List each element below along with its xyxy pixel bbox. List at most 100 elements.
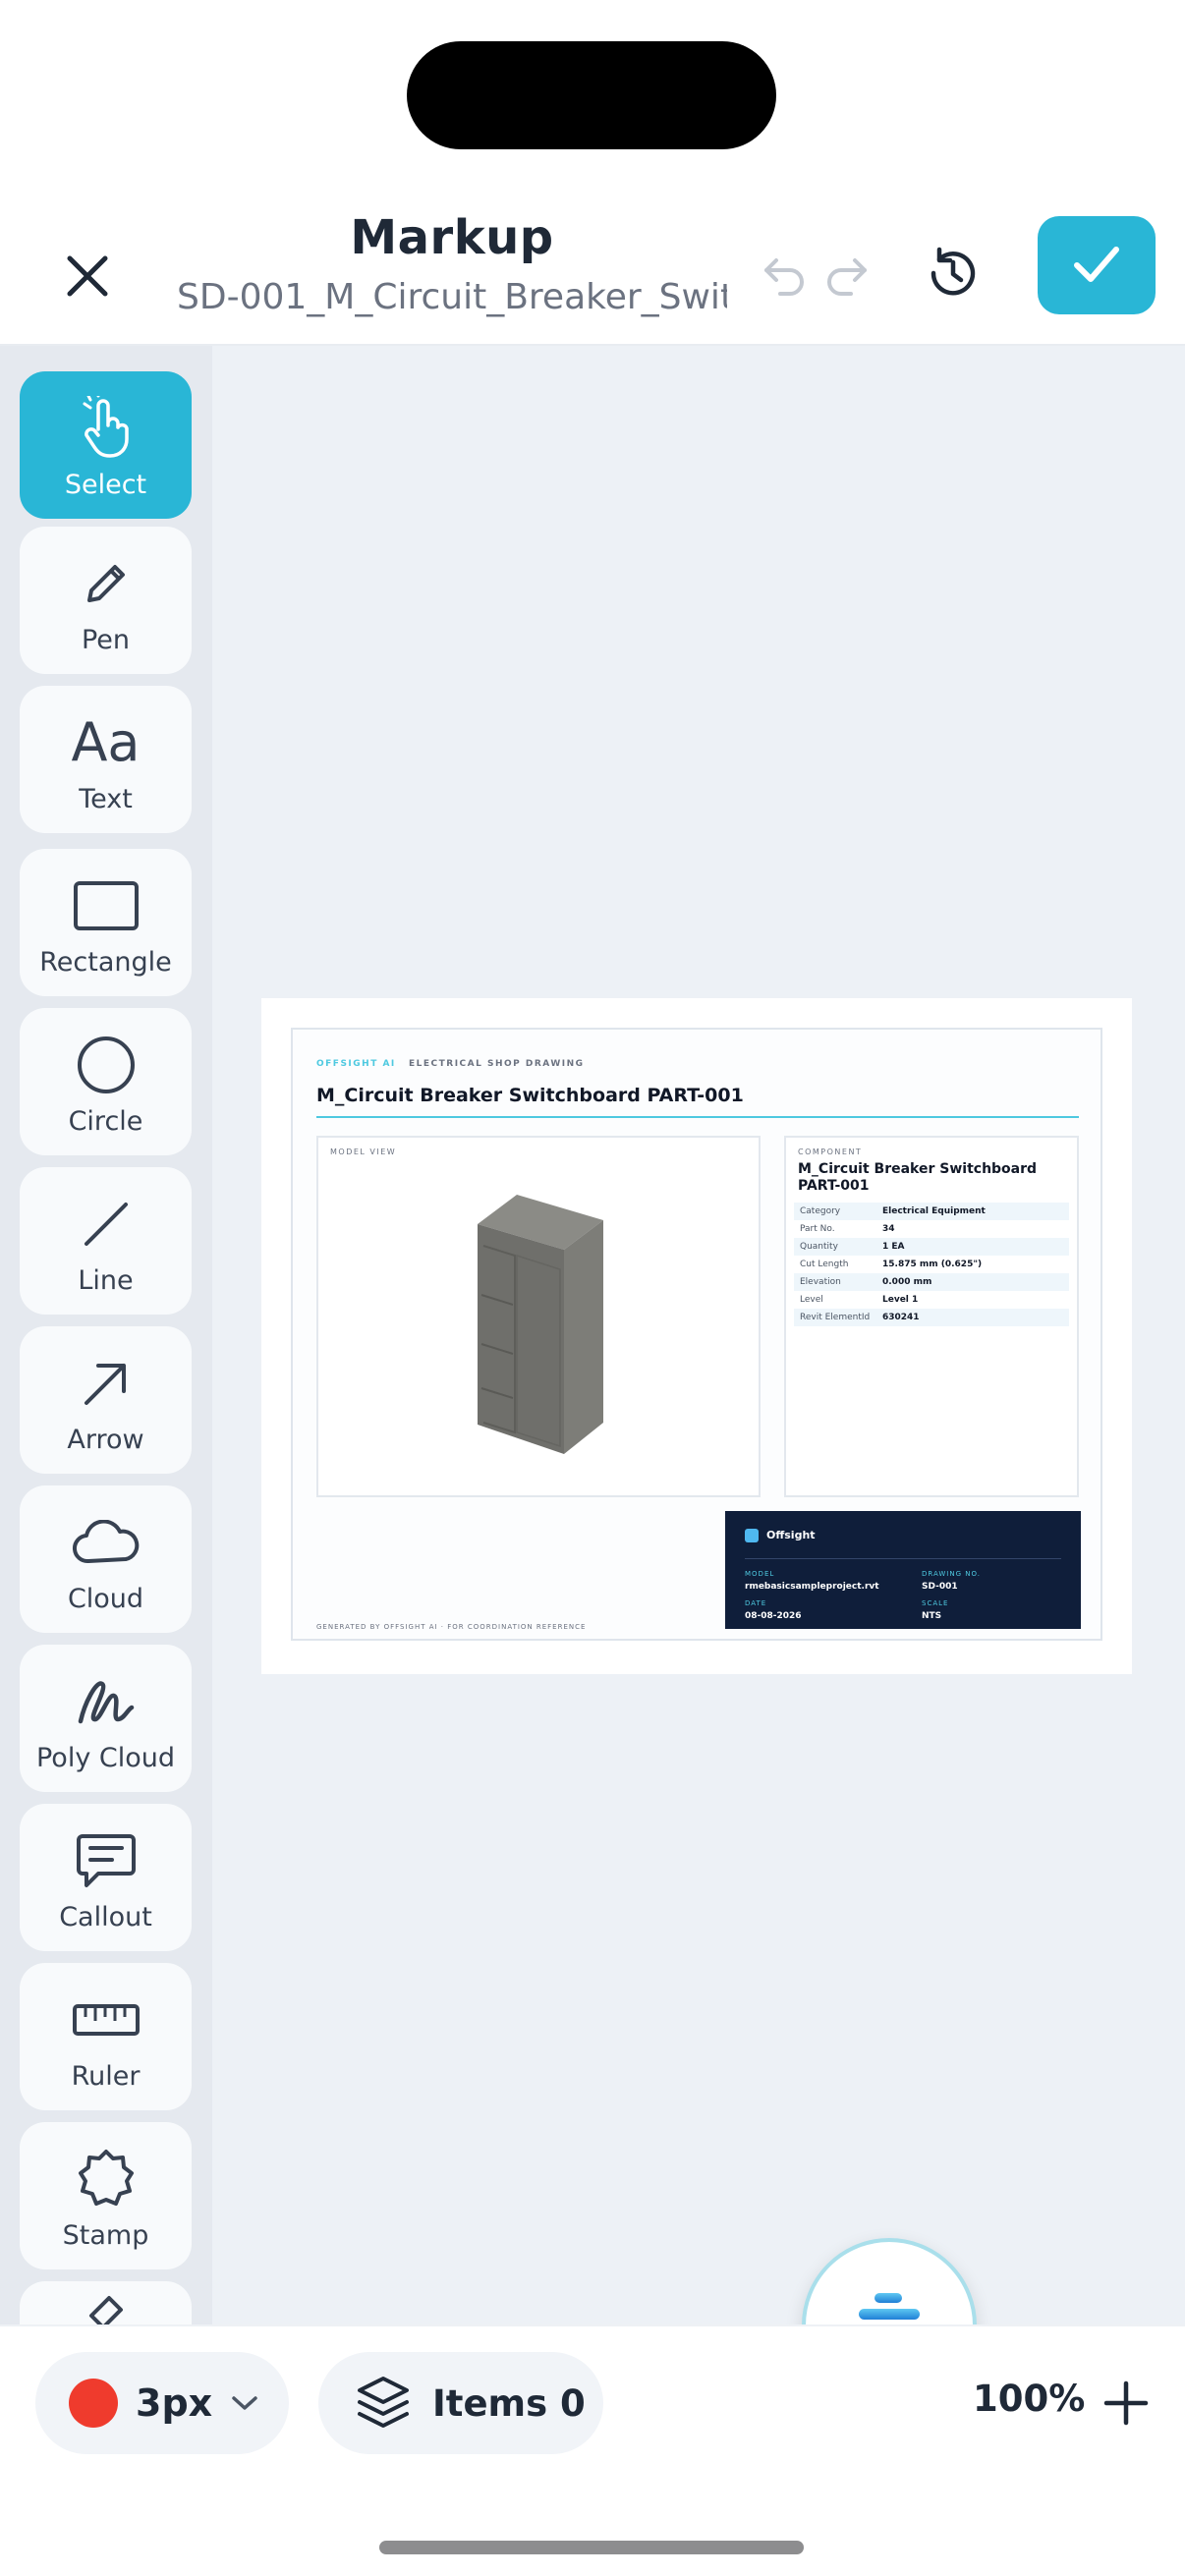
tool-label: Cloud	[67, 1583, 144, 1614]
drawing-no-value: SD-001	[922, 1582, 958, 1592]
dynamic-island	[407, 41, 776, 149]
tool-sidebar: Select Pen Aa Text Rectangle Circle Line	[0, 346, 212, 2324]
property-value: Electrical Equipment	[882, 1206, 986, 1216]
items-count: Items 0	[432, 2381, 586, 2425]
drawing-kind: ELECTRICAL SHOP DRAWING	[409, 1059, 585, 1069]
model-label: MODEL	[745, 1570, 775, 1578]
property-key: Level	[800, 1295, 823, 1305]
component-properties-table: Category Electrical Equipment Part No. 34 …	[794, 1203, 1069, 1326]
offsight-logo-icon	[745, 1529, 759, 1542]
ruler-icon	[72, 2003, 140, 2036]
speech-bubble-icon	[76, 1833, 136, 1887]
scale-value: NTS	[922, 1611, 942, 1621]
property-value: Level 1	[882, 1295, 919, 1305]
tool-ruler[interactable]: Ruler	[20, 1963, 192, 2110]
property-key: Cut Length	[800, 1260, 849, 1269]
drawing-title: M_Circuit Breaker Switchboard PART-001	[316, 1085, 744, 1106]
confirm-button[interactable]	[1038, 216, 1156, 314]
undo-icon	[764, 258, 804, 296]
tool-label: Ruler	[71, 2060, 141, 2092]
redo-icon	[827, 258, 867, 296]
markup-canvas[interactable]: OFFSIGHT AI ELECTRICAL SHOP DRAWING M_Ci…	[212, 346, 1185, 2324]
circle-icon	[77, 1036, 135, 1093]
cloud-icon	[72, 1519, 139, 1563]
drawing-filename: SD-001_M_Circuit_Breaker_Swit...	[177, 277, 727, 317]
title-block: Offsight MODEL rmebasicsampleproject.rvt…	[725, 1511, 1081, 1629]
generated-note: GENERATED BY OFFSIGHT AI · FOR COORDINAT…	[316, 1623, 587, 1631]
component-label: COMPONENT	[798, 1148, 863, 1156]
hand-pointer-icon	[83, 395, 129, 458]
title-underline	[316, 1116, 1079, 1118]
pen-icon	[86, 564, 125, 602]
tool-label: Pen	[81, 624, 131, 655]
property-key: Revit ElementId	[800, 1313, 871, 1322]
tool-label: Rectangle	[39, 946, 172, 978]
property-value: 630241	[882, 1313, 920, 1322]
layers-icon	[358, 2377, 409, 2428]
scale-label: SCALE	[922, 1599, 949, 1607]
property-key: Quantity	[800, 1242, 838, 1252]
history-icon	[931, 247, 976, 296]
rectangle-icon	[73, 880, 139, 930]
tool-label: Stamp	[62, 2219, 149, 2251]
title-block-divider	[745, 1558, 1061, 1559]
undo-button[interactable]	[755, 240, 816, 310]
model-view-panel: MODEL VIEW	[316, 1136, 761, 1497]
tool-stamp[interactable]: Stamp	[20, 2122, 192, 2269]
line-icon	[84, 1202, 128, 1246]
stroke-color-swatch[interactable]	[69, 2379, 118, 2428]
tool-arrow[interactable]: Arrow	[20, 1326, 192, 1474]
markup-header: Markup SD-001_M_Circuit_Breaker_Swit...	[0, 196, 1185, 346]
history-button[interactable]	[918, 234, 988, 312]
tool-cloud[interactable]: Cloud	[20, 1485, 192, 1633]
tool-more-partial[interactable]	[20, 2281, 192, 2324]
drawing-no-label: DRAWING NO.	[922, 1570, 981, 1578]
stroke-width-value: 3px	[136, 2381, 213, 2425]
component-panel: COMPONENT M_Circuit Breaker Switchboard …	[784, 1136, 1079, 1497]
tool-callout[interactable]: Callout	[20, 1804, 192, 1951]
property-key: Part No.	[800, 1224, 835, 1234]
tool-select[interactable]: Select	[20, 371, 192, 519]
stroke-style-picker[interactable]: 3px	[35, 2352, 289, 2454]
tool-label: Select	[64, 469, 147, 500]
home-indicator	[379, 2541, 804, 2554]
table-row: Revit ElementId 630241	[794, 1309, 1069, 1326]
table-row: Elevation 0.000 mm	[794, 1273, 1069, 1291]
table-row: Quantity 1 EA	[794, 1238, 1069, 1256]
tool-circle[interactable]: Circle	[20, 1008, 192, 1155]
bottom-toolbar: 3px Items 0 100%	[0, 2324, 1185, 2576]
scribble-icon	[78, 1680, 134, 1723]
property-value: 34	[882, 1224, 895, 1234]
date-value: 08-08-2026	[745, 1611, 802, 1621]
drawing-sheet[interactable]: OFFSIGHT AI ELECTRICAL SHOP DRAWING M_Ci…	[261, 998, 1132, 1674]
tool-label: Poly Cloud	[35, 1742, 176, 1773]
items-layers-button[interactable]: Items 0	[318, 2352, 603, 2454]
property-value: 1 EA	[882, 1242, 905, 1252]
date-label: DATE	[745, 1599, 767, 1607]
property-value: 15.875 mm (0.625")	[882, 1260, 983, 1269]
table-row: Part No. 34	[794, 1220, 1069, 1238]
close-icon	[67, 255, 108, 297]
zoom-level[interactable]: 100%	[973, 2378, 1085, 2420]
zoom-in-icon[interactable]	[1100, 2378, 1152, 2429]
property-value: 0.000 mm	[882, 1277, 932, 1287]
tool-label: Arrow	[67, 1424, 144, 1455]
tool-label: Callout	[59, 1901, 152, 1932]
tool-label: Text	[79, 783, 133, 814]
redo-button[interactable]	[816, 240, 876, 310]
chevron-down-icon	[232, 2396, 257, 2410]
tool-rectangle[interactable]: Rectangle	[20, 849, 192, 996]
drawing-brand: OFFSIGHT AI	[316, 1059, 396, 1069]
text-aa-icon: Aa	[71, 711, 141, 773]
tool-label: Line	[78, 1264, 134, 1296]
tool-text[interactable]: Aa Text	[20, 686, 192, 833]
tool-poly-cloud[interactable]: Poly Cloud	[20, 1645, 192, 1792]
eraser-icon	[88, 2296, 123, 2324]
table-row: Level Level 1	[794, 1291, 1069, 1309]
tool-pen[interactable]: Pen	[20, 527, 192, 674]
tool-line[interactable]: Line	[20, 1167, 192, 1315]
close-button[interactable]	[49, 238, 126, 314]
component-name: M_Circuit Breaker Switchboard PART-001	[798, 1161, 1038, 1194]
page-title: Markup	[350, 210, 554, 265]
tool-label: Circle	[68, 1105, 143, 1137]
